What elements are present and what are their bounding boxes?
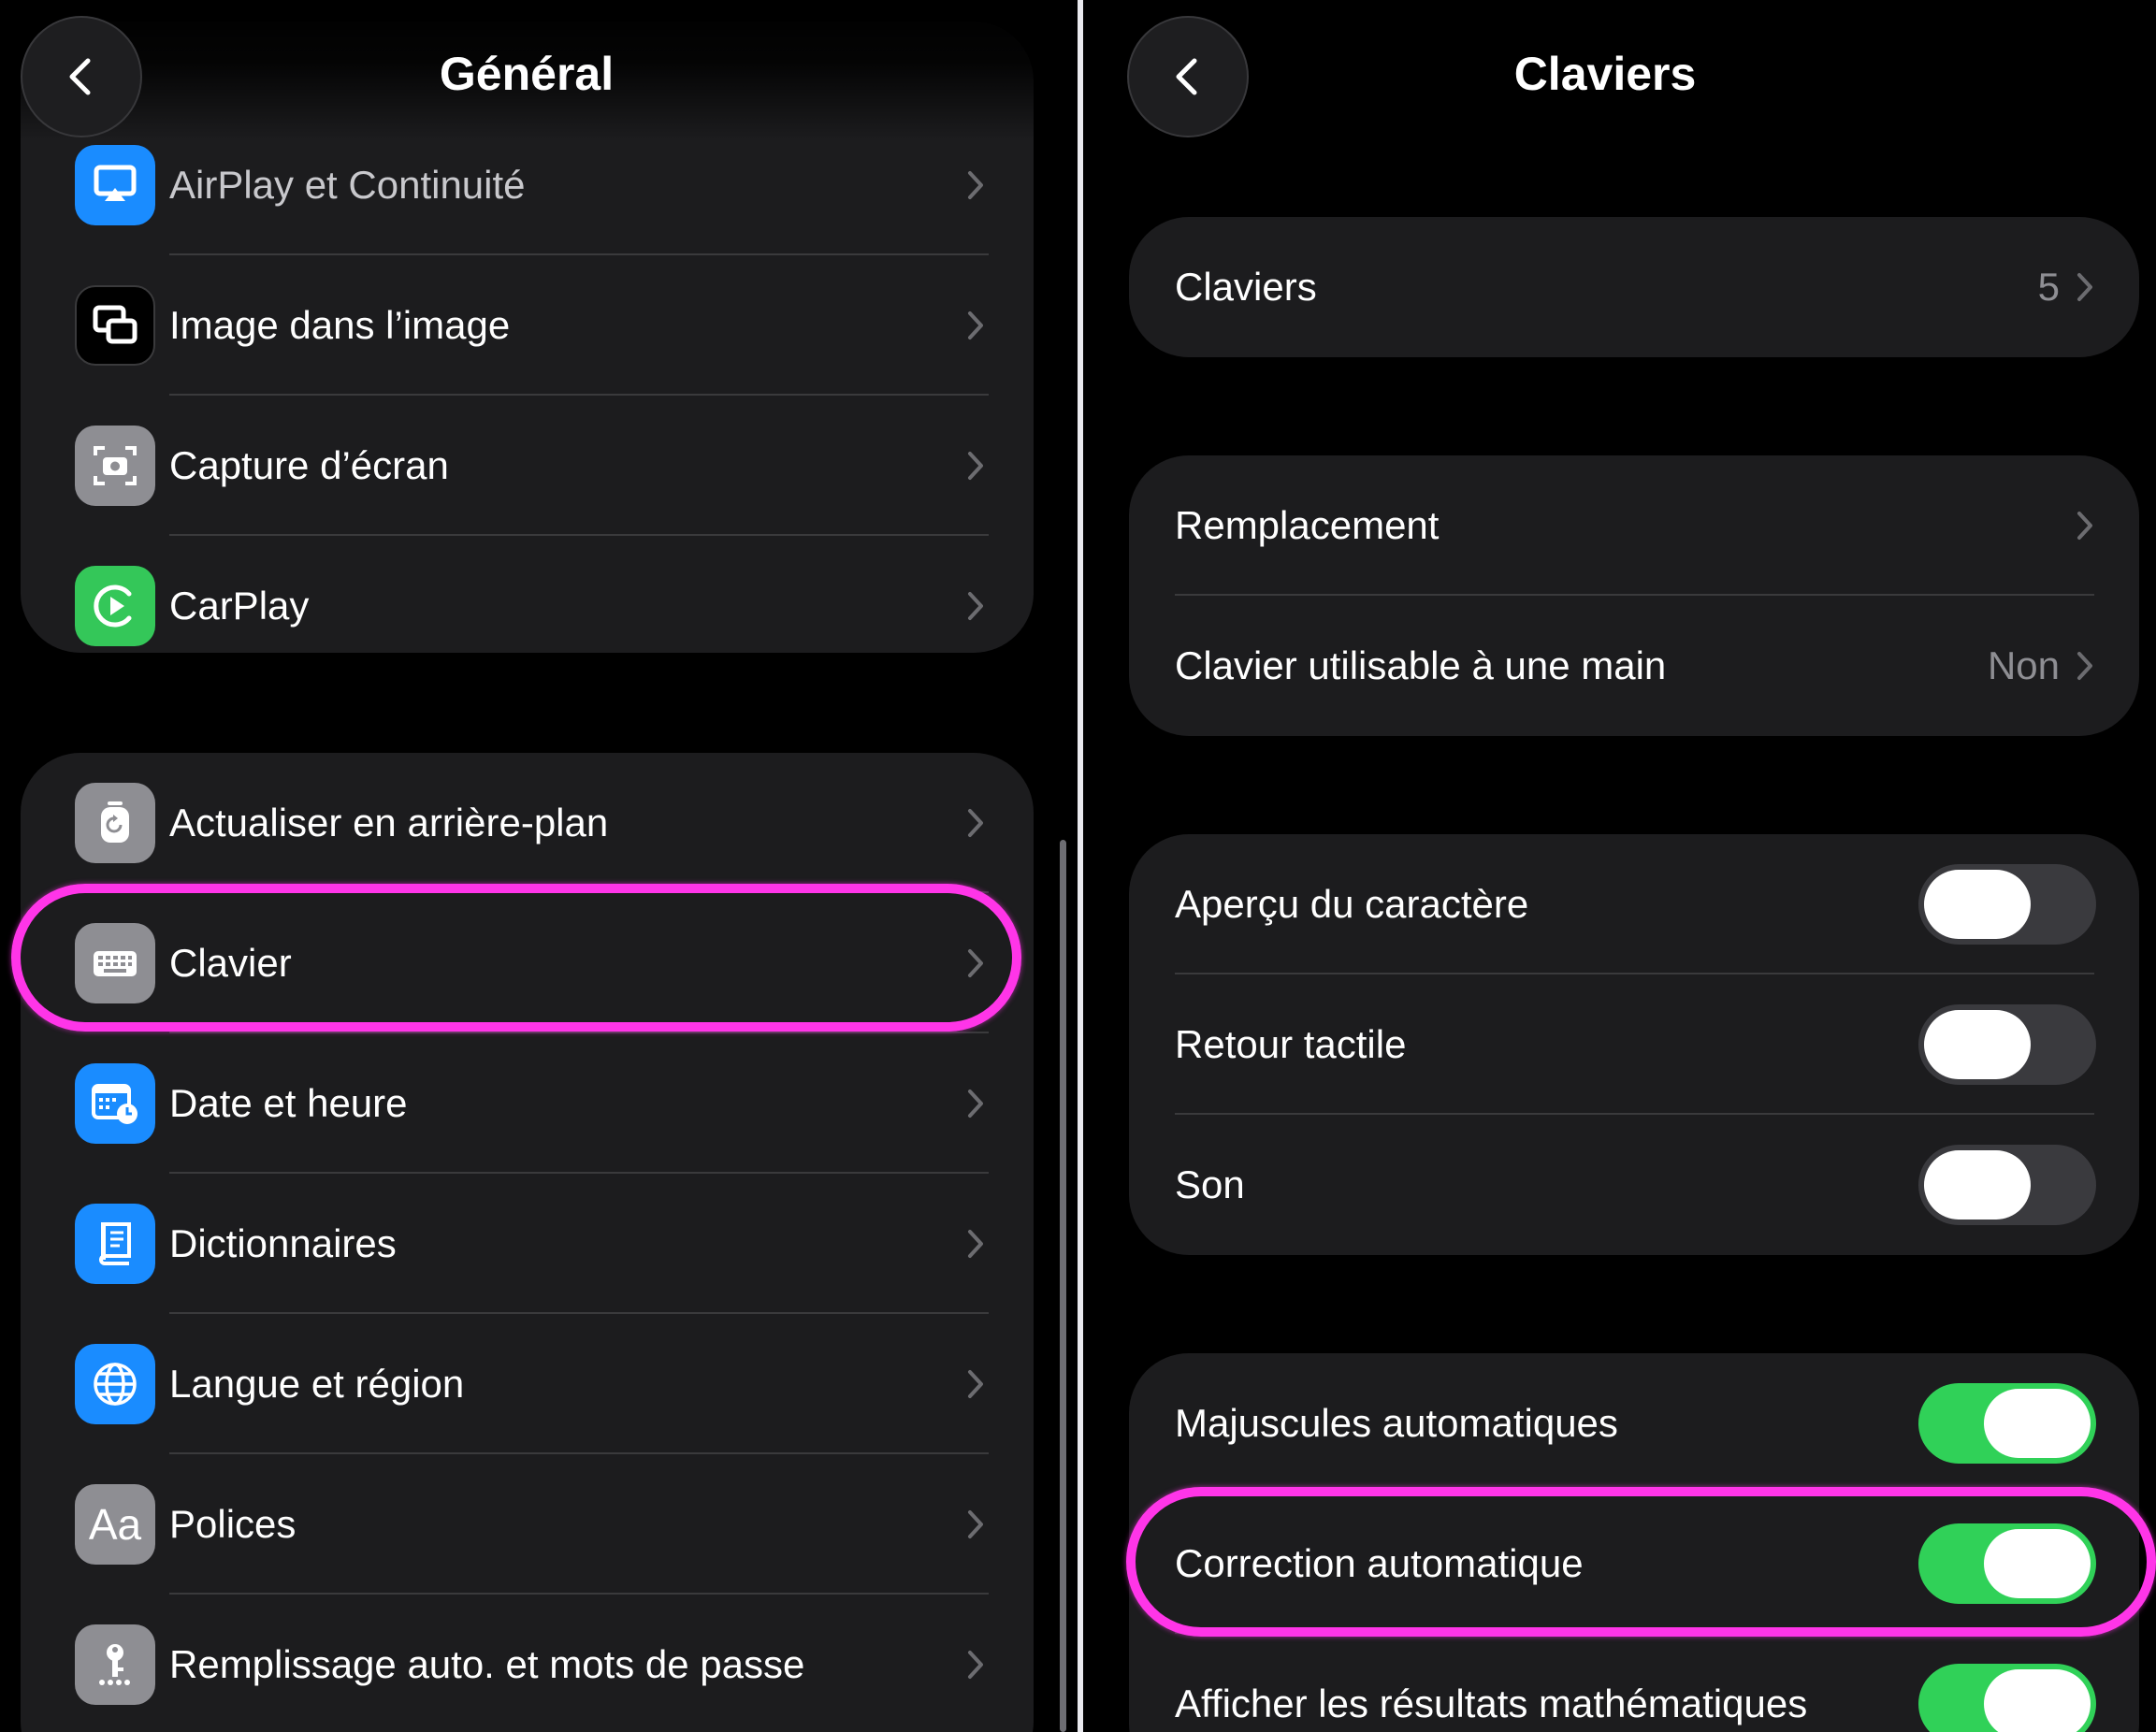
- settings-row-remplissage[interactable]: Remplissage auto. et mots de passe: [21, 1595, 1034, 1732]
- settings-row-polices[interactable]: Aa Polices: [21, 1454, 1034, 1595]
- settings-row-label: Retour tactile: [1175, 1022, 1407, 1066]
- chevron-right-icon: [968, 452, 983, 480]
- settings-group-feedback: Aperçu du caractère Retour tactile Son: [1129, 834, 2139, 1255]
- settings-row-label: AirPlay et Continuité: [169, 163, 526, 207]
- keyboards-count: 5: [2037, 265, 2060, 309]
- settings-row-label: Claviers: [1175, 265, 1317, 309]
- settings-row-label: Polices: [169, 1502, 297, 1546]
- settings-row-picture-in-picture[interactable]: Image dans l’image: [21, 255, 1034, 396]
- settings-row-majuscules: Majuscules automatiques: [1129, 1353, 2139, 1494]
- settings-group-claviers: Claviers 5: [1129, 217, 2139, 357]
- toggle-knob: [1984, 1669, 2091, 1732]
- chevron-right-icon: [968, 809, 983, 837]
- carplay-icon: [75, 566, 155, 646]
- settings-row-langue-region[interactable]: Langue et région: [21, 1314, 1034, 1454]
- settings-row-label: Date et heure: [169, 1081, 408, 1125]
- chevron-right-icon: [968, 1090, 983, 1118]
- settings-row-claviers[interactable]: Claviers 5: [1129, 217, 2139, 357]
- settings-row-background-refresh[interactable]: Actualiser en arrière-plan: [21, 753, 1034, 893]
- settings-row-label: Actualiser en arrière-plan: [169, 801, 609, 844]
- page-title: Claviers: [1513, 48, 1697, 100]
- settings-row-clavier-une-main[interactable]: Clavier utilisable à une main Non: [1129, 596, 2139, 736]
- settings-row-label: Clavier utilisable à une main: [1175, 643, 1667, 687]
- highlight-ring-clavier: [11, 884, 1021, 1032]
- settings-row-label: CarPlay: [169, 584, 310, 628]
- general-settings-panel: AirPlay et Continuité Image dans l’image…: [0, 0, 1078, 1732]
- toggle-majuscules[interactable]: [1918, 1383, 2096, 1464]
- page-title: Général: [439, 48, 615, 100]
- scrollbar[interactable]: [1060, 840, 1066, 1732]
- settings-row-label: Dictionnaires: [169, 1221, 397, 1265]
- settings-row-apercu: Aperçu du caractère: [1129, 834, 2139, 974]
- settings-row-dictionnaires[interactable]: Dictionnaires: [21, 1174, 1034, 1314]
- chevron-right-icon: [968, 311, 983, 339]
- settings-row-screenshot[interactable]: Capture d’écran: [21, 396, 1034, 536]
- calendar-clock-icon: [75, 1063, 155, 1144]
- settings-row-label: Son: [1175, 1162, 1245, 1206]
- toggle-apercu[interactable]: [1918, 864, 2096, 945]
- settings-row-son: Son: [1129, 1115, 2139, 1255]
- settings-row-label: Langue et région: [169, 1362, 465, 1406]
- settings-row-retour-tactile: Retour tactile: [1129, 974, 2139, 1115]
- keyboards-settings-panel: Claviers Claviers 5 Remplacement Clavier…: [1083, 0, 2156, 1732]
- fonts-icon: Aa: [75, 1484, 155, 1565]
- toggle-knob: [1984, 1389, 2091, 1458]
- settings-row-date-heure[interactable]: Date et heure: [21, 1033, 1034, 1174]
- fonts-glyph: Aa: [88, 1500, 142, 1549]
- settings-row-label: Aperçu du caractère: [1175, 882, 1529, 926]
- chevron-right-icon: [968, 1230, 983, 1258]
- toggle-knob: [1924, 870, 2031, 939]
- settings-row-label: Remplacement: [1175, 503, 1440, 547]
- toggle-retour-tactile[interactable]: [1918, 1004, 2096, 1085]
- chevron-right-icon: [968, 1370, 983, 1398]
- settings-row-label: Image dans l’image: [169, 303, 511, 347]
- toggle-knob: [1924, 1010, 2031, 1079]
- settings-row-carplay[interactable]: CarPlay: [21, 536, 1034, 653]
- highlight-ring-correction: [1126, 1487, 2156, 1637]
- chevron-right-icon: [2077, 273, 2092, 301]
- settings-group-text-options: Remplacement Clavier utilisable à une ma…: [1129, 455, 2139, 736]
- chevron-right-icon: [968, 592, 983, 620]
- toggle-knob: [1924, 1150, 2031, 1220]
- chevron-right-icon: [2077, 652, 2092, 680]
- toggle-resultats-math[interactable]: [1918, 1664, 2096, 1732]
- settings-row-label: Capture d’écran: [169, 443, 449, 487]
- toggle-son[interactable]: [1918, 1145, 2096, 1225]
- passwords-key-icon: [75, 1624, 155, 1705]
- one-handed-value: Non: [1987, 643, 2060, 687]
- globe-icon: [75, 1344, 155, 1424]
- background-refresh-icon: [75, 783, 155, 863]
- settings-row-resultats-math: Afficher les résultats mathématiques: [1129, 1634, 2139, 1732]
- screenshot-icon: [75, 426, 155, 506]
- dictionary-icon: [75, 1204, 155, 1284]
- settings-row-label: Majuscules automatiques: [1175, 1401, 1618, 1445]
- picture-in-picture-icon: [75, 285, 155, 366]
- settings-row-label: Remplissage auto. et mots de passe: [169, 1642, 805, 1686]
- settings-row-remplacement[interactable]: Remplacement: [1129, 455, 2139, 596]
- chevron-right-icon: [968, 1510, 983, 1538]
- settings-row-label: Afficher les résultats mathématiques: [1175, 1681, 1808, 1725]
- chevron-right-icon: [2077, 512, 2092, 540]
- chevron-right-icon: [968, 171, 983, 199]
- chevron-right-icon: [968, 1651, 983, 1679]
- airplay-icon: [75, 145, 155, 225]
